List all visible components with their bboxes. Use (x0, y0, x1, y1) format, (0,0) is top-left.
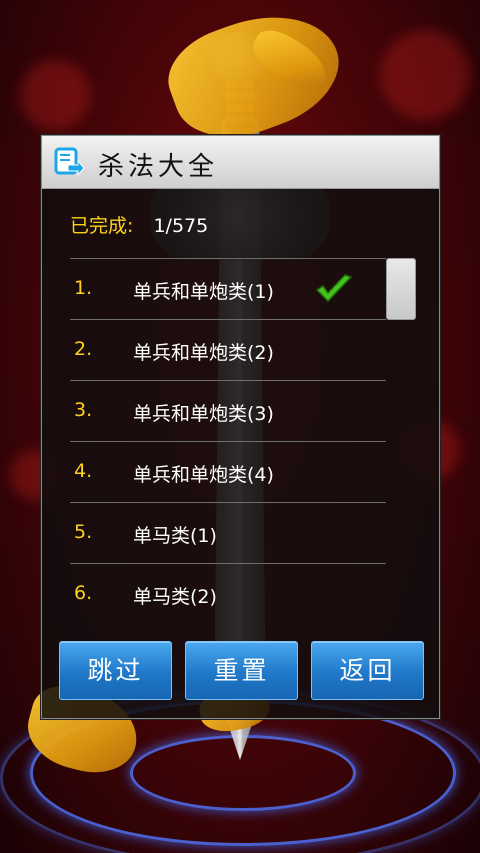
scroll-thumb[interactable] (386, 258, 416, 320)
back-button[interactable]: 返回 (311, 641, 424, 700)
item-number: 5. (74, 521, 93, 543)
list-item[interactable]: 6. 单马类(2) (70, 563, 386, 618)
item-number: 3. (74, 399, 93, 421)
lesson-list[interactable]: 1. 单兵和单炮类(1) 2. 单兵和单炮类(2) 3. 单兵和单炮类(3) 4… (70, 258, 386, 618)
reset-button[interactable]: 重置 (185, 641, 298, 700)
title-bar: 杀法大全 (42, 136, 439, 189)
kill-methods-dialog: 杀法大全 已完成: 1/575 1. 单兵和单炮类(1) 2. 单兵和单炮类(2… (41, 135, 440, 719)
skip-button[interactable]: 跳过 (59, 641, 172, 700)
list-item[interactable]: 1. 单兵和单炮类(1) (70, 258, 386, 319)
list-item[interactable]: 3. 单兵和单炮类(3) (70, 380, 386, 441)
progress-value: 1/575 (153, 215, 209, 237)
item-label: 单兵和单炮类(2) (133, 342, 274, 364)
item-label: 单马类(1) (133, 525, 217, 547)
item-number: 4. (74, 460, 93, 482)
item-number: 1. (74, 277, 93, 299)
progress-row: 已完成: 1/575 (70, 211, 208, 238)
list-item[interactable]: 5. 单马类(1) (70, 502, 386, 563)
list-item[interactable]: 4. 单兵和单炮类(4) (70, 441, 386, 502)
scrollbar[interactable] (386, 258, 416, 618)
list-item[interactable]: 2. 单兵和单炮类(2) (70, 319, 386, 380)
dialog-title: 杀法大全 (98, 152, 219, 182)
item-label: 单兵和单炮类(4) (133, 464, 274, 486)
progress-label: 已完成: (70, 215, 134, 237)
item-label: 单兵和单炮类(1) (133, 281, 274, 303)
item-number: 2. (74, 338, 93, 360)
item-label: 单兵和单炮类(3) (133, 403, 274, 425)
check-icon (315, 274, 353, 303)
item-number: 6. (74, 582, 93, 604)
puzzle-export-icon (54, 147, 85, 177)
item-label: 单马类(2) (133, 586, 217, 608)
